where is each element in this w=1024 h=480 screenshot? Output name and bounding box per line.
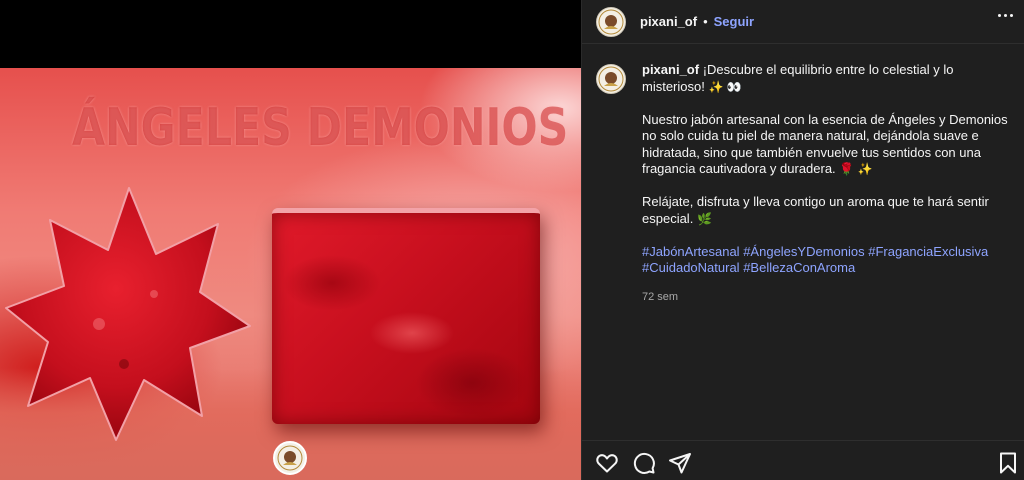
action-bar xyxy=(582,440,1024,480)
caption-paragraph-3-emoji: 🌿 xyxy=(696,211,712,226)
hashtag[interactable]: #FraganciaExclusiva xyxy=(868,244,988,259)
brand-logo-icon xyxy=(598,9,624,34)
post-image: ÁNGELES DEMONIOS xyxy=(0,68,581,480)
caption-line1-emoji: ✨ 👀 xyxy=(708,79,742,94)
bookmark-icon[interactable] xyxy=(996,451,1020,475)
caption-avatar[interactable] xyxy=(596,64,626,94)
avatar[interactable] xyxy=(596,6,626,37)
post-details-panel: pixani_of • Seguir pixani_of ¡Descubre e… xyxy=(581,0,1024,480)
brand-logo-icon xyxy=(598,66,624,92)
heart-icon[interactable] xyxy=(595,451,619,475)
caption: pixani_of ¡Descubre el equilibrio entre … xyxy=(596,62,1016,306)
follow-button[interactable]: Seguir xyxy=(714,14,754,29)
caption-paragraph-2-emoji: 🌹 ✨ xyxy=(839,162,873,176)
hashtag[interactable]: #ÁngelesYDemonios xyxy=(743,244,864,259)
hashtag[interactable]: #CuidadoNatural xyxy=(642,260,740,275)
rectangular-soap xyxy=(272,208,540,424)
post-time[interactable]: 72 sem xyxy=(642,289,1012,306)
hashtag[interactable]: #JabónArtesanal xyxy=(642,244,740,259)
post-header: pixani_of • Seguir xyxy=(582,0,1024,44)
comment-icon[interactable] xyxy=(632,451,656,475)
brand-logo-icon xyxy=(277,445,303,471)
hashtag[interactable]: #BellezaConAroma xyxy=(743,260,855,275)
share-icon[interactable] xyxy=(668,451,692,475)
caption-paragraph-2: Nuestro jabón artesanal con la esencia d… xyxy=(642,111,1008,177)
image-title-overlay: ÁNGELES DEMONIOS xyxy=(72,98,569,158)
header-username[interactable]: pixani_of xyxy=(640,14,697,29)
caption-paragraph-3: Relájate, disfruta y lleva contigo un ar… xyxy=(642,194,989,226)
star-soap xyxy=(5,187,251,441)
post-media[interactable]: ÁNGELES DEMONIOS xyxy=(0,0,581,480)
caption-text: pixani_of ¡Descubre el equilibrio entre … xyxy=(642,62,1012,306)
watermark-logo xyxy=(273,441,307,475)
caption-username[interactable]: pixani_of xyxy=(642,62,699,77)
more-dots-icon[interactable] xyxy=(998,14,1013,17)
hashtags: #JabónArtesanal #ÁngelesYDemonios #Fraga… xyxy=(642,244,1012,277)
separator-dot: • xyxy=(703,14,708,29)
